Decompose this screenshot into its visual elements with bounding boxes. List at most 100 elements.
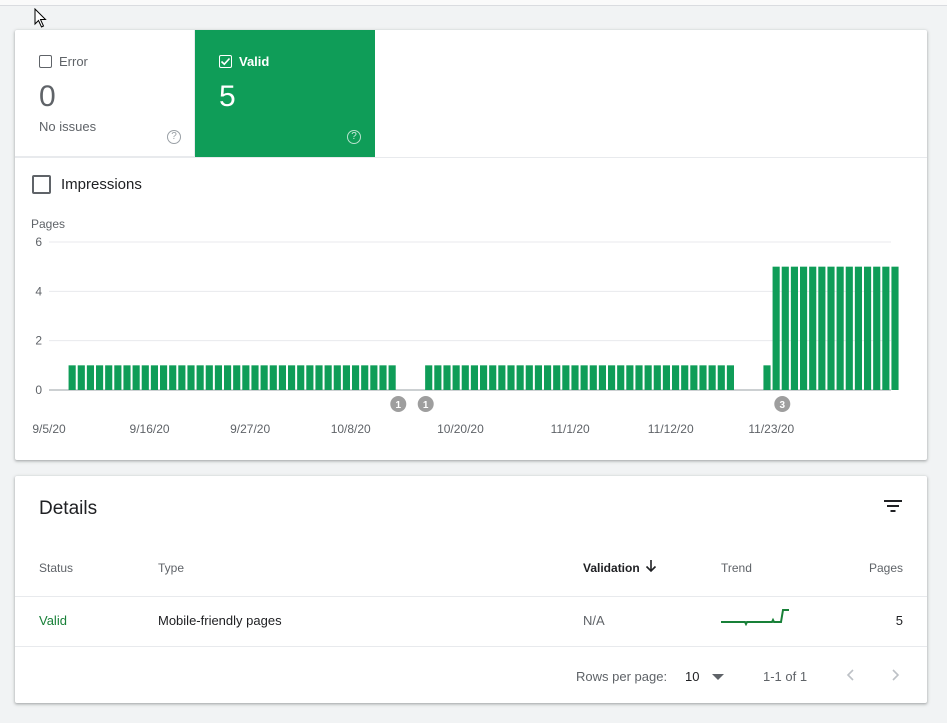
- bar: [626, 365, 634, 390]
- trend-sparkline: [721, 609, 789, 626]
- bar: [864, 266, 872, 390]
- bar: [105, 365, 113, 390]
- x-tick-label: 10/8/20: [331, 422, 371, 436]
- filter-icon[interactable]: [883, 498, 903, 514]
- bar: [324, 365, 332, 390]
- y-tick-label: 0: [35, 383, 42, 397]
- bar: [891, 266, 899, 390]
- bar: [352, 365, 360, 390]
- bar: [315, 365, 323, 390]
- bar: [278, 365, 286, 390]
- x-tick-label: 9/16/20: [130, 422, 170, 436]
- bar: [178, 365, 186, 390]
- bar: [571, 365, 579, 390]
- column-trend: Trend: [721, 561, 752, 575]
- bar: [169, 365, 177, 390]
- bar: [772, 266, 780, 390]
- check-icon: [220, 57, 231, 66]
- bar: [306, 365, 314, 390]
- bar: [77, 365, 85, 390]
- bar: [672, 365, 680, 390]
- column-pages[interactable]: Pages: [869, 561, 903, 575]
- annotation-label: 3: [780, 400, 786, 411]
- bar: [873, 266, 881, 390]
- next-page-icon[interactable]: [885, 665, 905, 685]
- help-icon[interactable]: ?: [167, 130, 181, 144]
- column-validation[interactable]: Validation: [583, 561, 640, 575]
- y-tick-label: 2: [35, 334, 42, 348]
- bar: [288, 365, 296, 390]
- header-divider: [15, 596, 927, 597]
- valid-checkbox[interactable]: [219, 55, 232, 68]
- bar: [525, 365, 533, 390]
- bar: [443, 365, 451, 390]
- bar: [260, 365, 268, 390]
- bar: [800, 266, 808, 390]
- bar: [726, 365, 734, 390]
- row-status: Valid: [39, 613, 67, 628]
- bar: [882, 266, 890, 390]
- bar: [854, 266, 862, 390]
- bar: [379, 365, 387, 390]
- bar: [763, 365, 771, 390]
- annotation-label: 1: [423, 400, 429, 411]
- rows-per-page-select[interactable]: 10: [685, 669, 699, 684]
- dropdown-arrow-icon[interactable]: [712, 674, 724, 680]
- bar: [580, 365, 588, 390]
- error-label: Error: [59, 54, 88, 69]
- annotation-label: 1: [396, 400, 402, 411]
- bar: [717, 365, 725, 390]
- valid-tile[interactable]: Valid 5 ?: [195, 30, 375, 157]
- bar: [708, 365, 716, 390]
- bar: [434, 365, 442, 390]
- bar: [534, 365, 542, 390]
- bar: [251, 365, 259, 390]
- bar: [589, 365, 597, 390]
- bar: [96, 365, 104, 390]
- bar: [86, 365, 94, 390]
- error-tile[interactable]: Error 0 No issues ?: [15, 30, 195, 157]
- bar: [653, 365, 661, 390]
- bar: [150, 365, 158, 390]
- bar: [187, 365, 195, 390]
- bar: [233, 365, 241, 390]
- x-tick-label: 9/27/20: [230, 422, 270, 436]
- bar: [68, 365, 76, 390]
- x-tick-label: 9/5/20: [32, 422, 66, 436]
- bar: [269, 365, 277, 390]
- bar: [845, 266, 853, 390]
- bar: [242, 365, 250, 390]
- sort-down-arrow-icon[interactable]: [645, 559, 657, 573]
- column-status[interactable]: Status: [39, 561, 73, 575]
- bar: [132, 365, 140, 390]
- mouse-cursor-icon: [34, 8, 47, 28]
- bar: [498, 365, 506, 390]
- footer-divider: [15, 646, 927, 647]
- bar: [635, 365, 643, 390]
- error-checkbox[interactable]: [39, 55, 52, 68]
- valid-count: 5: [219, 80, 236, 113]
- bar: [608, 365, 616, 390]
- y-axis-label: Pages: [31, 217, 65, 231]
- column-type[interactable]: Type: [158, 561, 184, 575]
- bar: [370, 365, 378, 390]
- details-card: Details Status Type Validation Trend Pag…: [15, 476, 927, 703]
- row-pages: 5: [895, 613, 903, 628]
- pagination-range: 1-1 of 1: [763, 669, 808, 684]
- bar: [553, 365, 561, 390]
- bar: [114, 365, 122, 390]
- bar: [644, 365, 652, 390]
- help-icon[interactable]: ?: [347, 130, 361, 144]
- previous-page-icon[interactable]: [841, 665, 861, 685]
- bar: [480, 365, 488, 390]
- bar: [342, 365, 350, 390]
- bar: [544, 365, 552, 390]
- bar: [781, 266, 789, 390]
- y-tick-label: 6: [35, 235, 42, 249]
- bar: [790, 266, 798, 390]
- bar: [827, 266, 835, 390]
- bar: [425, 365, 433, 390]
- impressions-checkbox[interactable]: [32, 175, 51, 194]
- bar: [507, 365, 515, 390]
- bar: [141, 365, 149, 390]
